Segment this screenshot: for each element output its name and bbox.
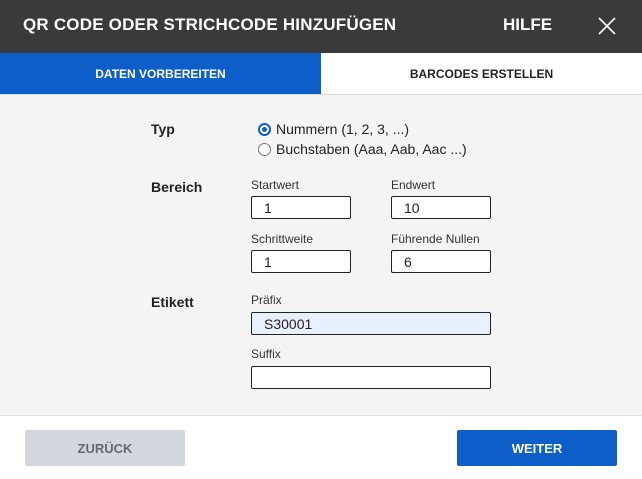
praefix-label: Präfix bbox=[251, 293, 282, 307]
endwert-input[interactable] bbox=[391, 196, 491, 219]
fuehrende-nullen-input[interactable] bbox=[391, 250, 491, 273]
suffix-label: Suffix bbox=[251, 347, 281, 361]
tab-daten-vorbereiten[interactable]: DATEN VORBEREITEN bbox=[0, 53, 321, 94]
radio-option-letters[interactable]: Buchstaben (Aaa, Aab, Aac ...) bbox=[258, 141, 467, 157]
form-content: Typ Nummern (1, 2, 3, ...) Buchstaben (A… bbox=[0, 95, 642, 415]
radio-option-letters-label: Buchstaben (Aaa, Aab, Aac ...) bbox=[276, 141, 467, 157]
radio-option-numbers-label: Nummern (1, 2, 3, ...) bbox=[276, 121, 410, 137]
tab-barcodes-erstellen[interactable]: BARCODES ERSTELLEN bbox=[321, 53, 642, 94]
radio-unchecked-icon[interactable] bbox=[258, 142, 271, 156]
bereich-label: Bereich bbox=[151, 179, 203, 195]
startwert-label: Startwert bbox=[251, 178, 300, 192]
tab-bar: DATEN VORBEREITEN BARCODES ERSTELLEN bbox=[0, 53, 642, 95]
schrittweite-label: Schrittweite bbox=[251, 232, 314, 246]
close-icon[interactable] bbox=[597, 16, 617, 36]
dialog-title: QR CODE ODER STRICHCODE HINZUFÜGEN bbox=[23, 15, 397, 34]
endwert-label: Endwert bbox=[391, 178, 436, 192]
startwert-input[interactable] bbox=[251, 196, 351, 219]
next-button[interactable]: WEITER bbox=[457, 430, 617, 466]
radio-checked-icon[interactable] bbox=[258, 122, 271, 136]
dialog-footer: ZURÜCK WEITER bbox=[0, 415, 642, 479]
suffix-input[interactable] bbox=[251, 366, 491, 389]
etikett-label: Etikett bbox=[151, 294, 194, 310]
back-button[interactable]: ZURÜCK bbox=[25, 430, 185, 466]
help-link[interactable]: HILFE bbox=[503, 15, 552, 35]
fuehrende-nullen-label: Führende Nullen bbox=[391, 232, 480, 246]
dialog-titlebar: QR CODE ODER STRICHCODE HINZUFÜGEN HILFE bbox=[0, 0, 642, 53]
radio-option-numbers[interactable]: Nummern (1, 2, 3, ...) bbox=[258, 121, 409, 137]
praefix-input[interactable] bbox=[251, 312, 491, 335]
typ-label: Typ bbox=[151, 121, 175, 137]
schrittweite-input[interactable] bbox=[251, 250, 351, 273]
